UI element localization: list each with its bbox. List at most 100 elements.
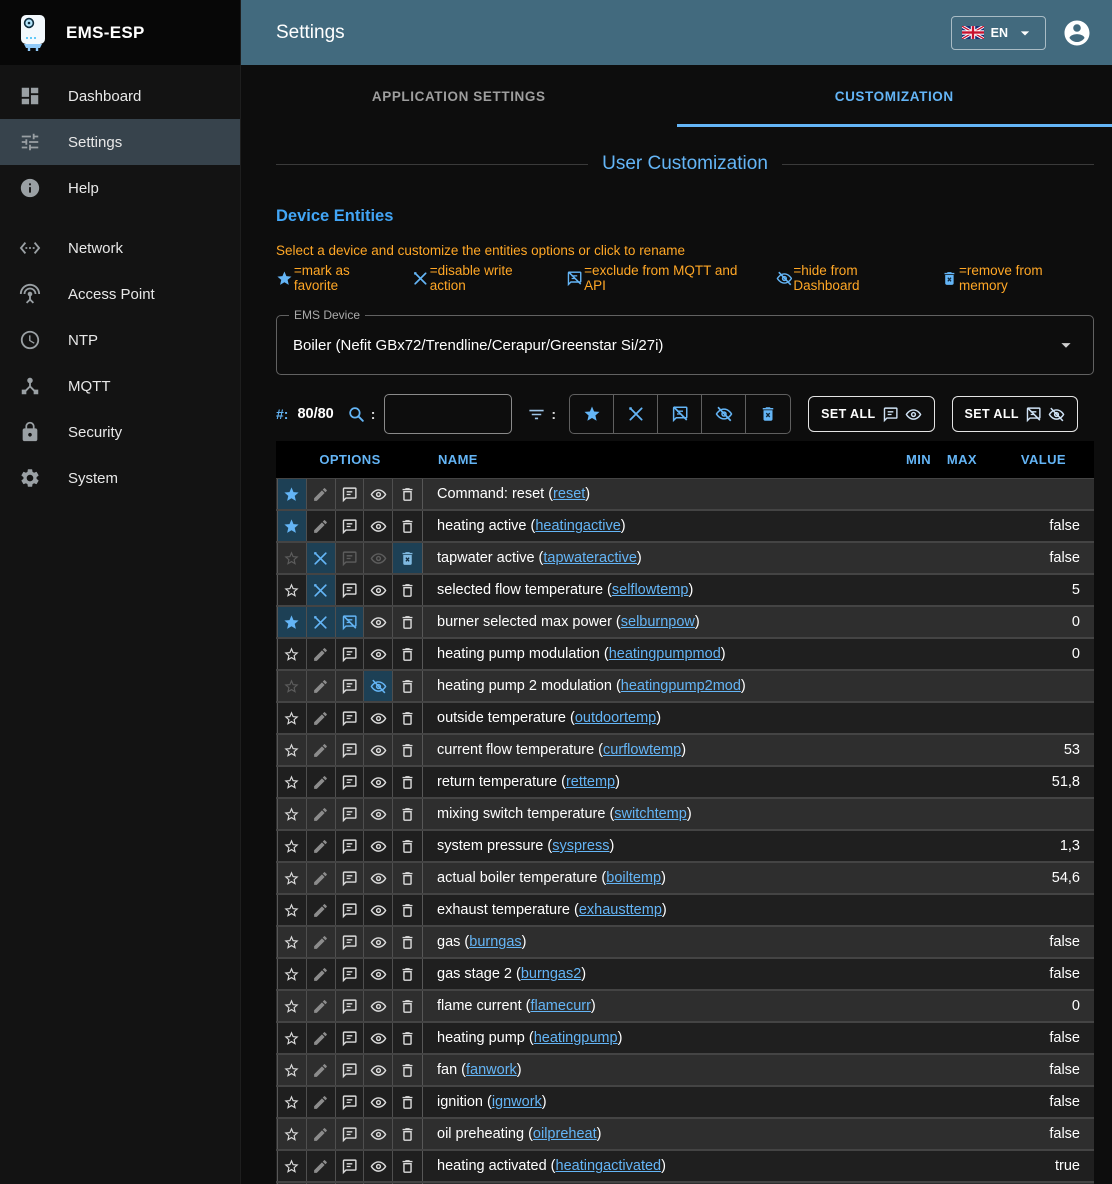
entity-name-cell[interactable]: fan (fanwork)	[423, 1055, 885, 1085]
remove-memory-toggle[interactable]	[393, 543, 422, 573]
favorite-toggle[interactable]	[278, 671, 307, 701]
mqtt-exclude-toggle[interactable]	[336, 607, 365, 637]
mqtt-exclude-toggle[interactable]	[336, 1119, 365, 1149]
sidebar-item-mqtt[interactable]: MQTT	[0, 363, 240, 409]
mqtt-exclude-toggle[interactable]	[336, 1055, 365, 1085]
sidebar-item-ntp[interactable]: NTP	[0, 317, 240, 363]
remove-memory-toggle[interactable]	[393, 799, 422, 829]
remove-memory-toggle[interactable]	[393, 639, 422, 669]
set-all-hide-button[interactable]: SET ALL	[952, 396, 1078, 432]
favorite-toggle[interactable]	[278, 607, 307, 637]
entity-code-link[interactable]: selburnpow	[621, 614, 695, 630]
mqtt-exclude-toggle[interactable]	[336, 639, 365, 669]
mqtt-exclude-toggle[interactable]	[336, 863, 365, 893]
disable-write-toggle[interactable]	[307, 767, 336, 797]
remove-memory-toggle[interactable]	[393, 1055, 422, 1085]
entity-code-link[interactable]: ignwork	[492, 1094, 542, 1110]
hide-dashboard-toggle[interactable]	[364, 1023, 393, 1053]
favorite-toggle[interactable]	[278, 895, 307, 925]
remove-memory-toggle[interactable]	[393, 831, 422, 861]
hide-dashboard-toggle[interactable]	[364, 671, 393, 701]
disable-write-toggle[interactable]	[307, 1087, 336, 1117]
remove-memory-toggle[interactable]	[393, 1151, 422, 1181]
sidebar-item-security[interactable]: Security	[0, 409, 240, 455]
favorite-toggle[interactable]	[278, 479, 307, 509]
hide-dashboard-toggle[interactable]	[364, 703, 393, 733]
hide-dashboard-toggle[interactable]	[364, 959, 393, 989]
entity-name-cell[interactable]: gas (burngas)	[423, 927, 885, 957]
remove-memory-toggle[interactable]	[393, 1087, 422, 1117]
entity-name-cell[interactable]: tapwater active (tapwateractive)	[423, 543, 885, 573]
disable-write-toggle[interactable]	[307, 671, 336, 701]
entity-name-cell[interactable]: heating pump modulation (heatingpumpmod)	[423, 639, 885, 669]
tab-customization[interactable]: CUSTOMIZATION	[677, 65, 1112, 127]
entity-code-link[interactable]: heatingpump2mod	[621, 678, 741, 694]
mqtt-exclude-toggle[interactable]	[336, 767, 365, 797]
disable-write-toggle[interactable]	[307, 927, 336, 957]
hide-filter-button[interactable]	[702, 395, 746, 433]
mqtt-exclude-toggle[interactable]	[336, 895, 365, 925]
hide-dashboard-toggle[interactable]	[364, 479, 393, 509]
favorite-filter-button[interactable]	[570, 395, 614, 433]
entity-name-cell[interactable]: heating pump (heatingpump)	[423, 1023, 885, 1053]
hide-dashboard-toggle[interactable]	[364, 927, 393, 957]
remove-memory-toggle[interactable]	[393, 927, 422, 957]
disable-write-toggle[interactable]	[307, 575, 336, 605]
favorite-toggle[interactable]	[278, 799, 307, 829]
hide-dashboard-toggle[interactable]	[364, 895, 393, 925]
favorite-toggle[interactable]	[278, 735, 307, 765]
disable-write-toggle[interactable]	[307, 1151, 336, 1181]
hide-dashboard-toggle[interactable]	[364, 735, 393, 765]
hide-dashboard-toggle[interactable]	[364, 607, 393, 637]
sidebar-item-system[interactable]: System	[0, 455, 240, 501]
disable-write-toggle[interactable]	[307, 799, 336, 829]
entity-code-link[interactable]: syspress	[552, 838, 609, 854]
entity-code-link[interactable]: heatingactivated	[556, 1158, 662, 1174]
hide-dashboard-toggle[interactable]	[364, 1119, 393, 1149]
tab-application-settings[interactable]: APPLICATION SETTINGS	[241, 65, 677, 127]
mqtt-exclude-toggle[interactable]	[336, 799, 365, 829]
favorite-toggle[interactable]	[278, 863, 307, 893]
favorite-toggle[interactable]	[278, 1151, 307, 1181]
ems-device-select[interactable]: EMS Device Boiler (Nefit GBx72/Trendline…	[276, 315, 1094, 375]
mqtt-exclude-toggle[interactable]	[336, 479, 365, 509]
entity-name-cell[interactable]: system pressure (syspress)	[423, 831, 885, 861]
disable-write-toggle[interactable]	[307, 479, 336, 509]
favorite-toggle[interactable]	[278, 1023, 307, 1053]
entity-code-link[interactable]: exhausttemp	[579, 902, 662, 918]
disable-write-toggle[interactable]	[307, 639, 336, 669]
entity-code-link[interactable]: outdoortemp	[575, 710, 656, 726]
entity-code-link[interactable]: heatingpump	[534, 1030, 618, 1046]
mqtt-exclude-filter-button[interactable]	[658, 395, 702, 433]
mqtt-exclude-toggle[interactable]	[336, 1087, 365, 1117]
entity-name-cell[interactable]: flame current (flamecurr)	[423, 991, 885, 1021]
remove-memory-toggle[interactable]	[393, 959, 422, 989]
remove-filter-button[interactable]	[746, 395, 790, 433]
favorite-toggle[interactable]	[278, 639, 307, 669]
disable-write-toggle[interactable]	[307, 543, 336, 573]
language-selector[interactable]: EN	[951, 16, 1046, 50]
hide-dashboard-toggle[interactable]	[364, 863, 393, 893]
entity-code-link[interactable]: heatingactive	[535, 518, 620, 534]
entity-name-cell[interactable]: oil preheating (oilpreheat)	[423, 1119, 885, 1149]
favorite-toggle[interactable]	[278, 831, 307, 861]
entity-code-link[interactable]: burngas2	[521, 966, 581, 982]
entity-name-cell[interactable]: mixing switch temperature (switchtemp)	[423, 799, 885, 829]
remove-memory-toggle[interactable]	[393, 703, 422, 733]
hide-dashboard-toggle[interactable]	[364, 639, 393, 669]
hide-dashboard-toggle[interactable]	[364, 799, 393, 829]
disable-write-toggle[interactable]	[307, 1055, 336, 1085]
mqtt-exclude-toggle[interactable]	[336, 543, 365, 573]
entity-code-link[interactable]: fanwork	[466, 1062, 517, 1078]
entity-name-cell[interactable]: outside temperature (outdoortemp)	[423, 703, 885, 733]
disable-write-toggle[interactable]	[307, 895, 336, 925]
disable-write-toggle[interactable]	[307, 703, 336, 733]
remove-memory-toggle[interactable]	[393, 767, 422, 797]
entity-code-link[interactable]: rettemp	[566, 774, 615, 790]
favorite-toggle[interactable]	[278, 959, 307, 989]
disable-write-toggle[interactable]	[307, 511, 336, 541]
hide-dashboard-toggle[interactable]	[364, 511, 393, 541]
mqtt-exclude-toggle[interactable]	[336, 671, 365, 701]
hide-dashboard-toggle[interactable]	[364, 1151, 393, 1181]
set-all-show-button[interactable]: SET ALL	[808, 396, 934, 432]
